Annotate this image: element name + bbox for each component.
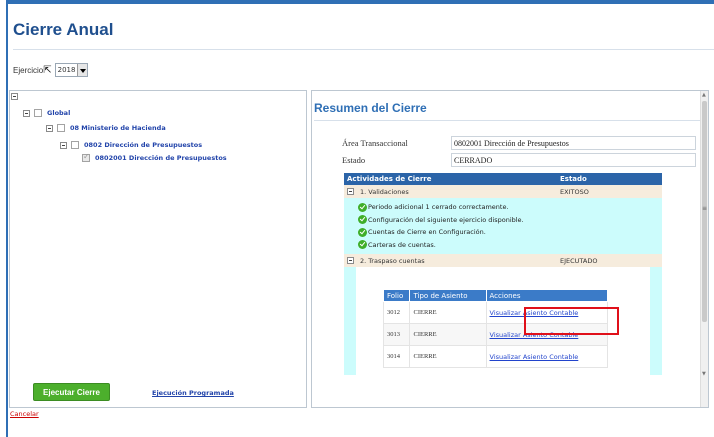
resumen-panel: Resumen del Cierre Área Transaccional 08… — [311, 90, 709, 408]
validation-message: Periodo adicional 1 cerrado correctament… — [358, 201, 662, 214]
tree-node-label: 08 Ministerio de Hacienda — [70, 124, 166, 132]
tree-node-checkbox[interactable] — [57, 124, 65, 132]
ejecucion-programada-link[interactable]: Ejecución Programada — [152, 389, 234, 397]
scroll-up-icon[interactable]: ▲ — [702, 92, 706, 98]
area-label: Área Transaccional — [342, 138, 408, 148]
ejercicio-label: Ejercicio — [13, 65, 44, 75]
collapse-icon[interactable] — [46, 124, 53, 132]
header-actividades: Actividades de Cierre — [347, 175, 432, 183]
collapse-icon[interactable] — [23, 109, 30, 117]
tree-node-checkbox[interactable] — [71, 141, 79, 149]
ejercicio-select[interactable]: 2018 — [54, 63, 89, 77]
check-circle-icon — [358, 202, 367, 212]
header-acciones: Acciones — [485, 289, 609, 302]
validation-message-text: Carteras de cuentas. — [368, 240, 436, 249]
tree-node-direccion-0802001[interactable]: 0802001 Dirección de Presupuestos — [78, 152, 227, 162]
tree-node-direccion-0802[interactable]: 0802 Dirección de Presupuestos — [60, 141, 202, 149]
title-divider — [13, 49, 714, 50]
actividad-group-traspaso[interactable]: 2. Traspaso cuentas EJECUTADO — [344, 254, 662, 267]
tipo-cell: CIERRE — [409, 301, 487, 324]
collapse-icon[interactable] — [347, 188, 354, 195]
scrollbar-grip-icon: ≡ — [702, 205, 708, 212]
page-title: Cierre Anual — [13, 20, 114, 39]
tipo-cell: CIERRE — [409, 345, 487, 368]
tree-node-label: 0802 Dirección de Presupuestos — [84, 141, 203, 149]
scroll-down-icon[interactable]: ▼ — [702, 371, 706, 377]
validaciones-detail: Periodo adicional 1 cerrado correctament… — [344, 198, 662, 254]
tree-node-checkbox-checked[interactable] — [82, 152, 90, 162]
tipo-cell: CIERRE — [409, 323, 487, 346]
acciones-cell: Visualizar Asiento Contable — [485, 345, 609, 368]
area-value: 0802001 Dirección de Presupuestos — [451, 136, 696, 150]
mouse-cursor-icon: ⇱ — [43, 64, 52, 76]
tree-node-global[interactable]: Global — [23, 109, 70, 117]
estado-value: CERRADO — [451, 153, 696, 167]
header-folio: Folio — [382, 289, 411, 302]
visualizar-asiento-link[interactable]: Visualizar Asiento Contable — [490, 353, 607, 361]
validation-message: Configuración del siguiente ejercicio di… — [358, 214, 662, 227]
actividad-label: 2. Traspaso cuentas — [360, 256, 425, 265]
folio-cell: 3014 — [382, 345, 411, 368]
asientos-header-row: Folio Tipo de Asiento Acciones — [382, 289, 609, 302]
check-circle-icon — [358, 215, 367, 225]
actividades-table: Actividades de Cierre Estado 1. Validaci… — [344, 173, 662, 375]
estado-label: Estado — [342, 155, 366, 165]
tree-node-ministerio[interactable]: 08 Ministerio de Hacienda — [46, 124, 166, 132]
resumen-title: Resumen del Cierre — [314, 101, 427, 115]
validation-message-text: Periodo adicional 1 cerrado correctament… — [368, 203, 509, 212]
ejercicio-selector-row: Ejercicio ⇱ 2018 — [13, 63, 89, 77]
highlight-box — [524, 307, 619, 335]
folio-cell: 3012 — [382, 301, 411, 324]
chevron-down-icon[interactable] — [77, 64, 88, 76]
table-row: 3014 CIERRE Visualizar Asiento Contable — [382, 345, 609, 368]
folio-cell: 3013 — [382, 323, 411, 346]
cancelar-link[interactable]: Cancelar — [10, 410, 39, 418]
tree-collapse-all-icon[interactable] — [11, 93, 18, 100]
header-tipo: Tipo de Asiento — [409, 289, 487, 302]
collapse-icon[interactable] — [60, 141, 67, 149]
validation-message: Carteras de cuentas. — [358, 239, 662, 252]
collapse-icon[interactable] — [347, 257, 354, 264]
tree-node-label: 0802001 Dirección de Presupuestos — [95, 154, 227, 162]
check-circle-icon — [358, 227, 367, 237]
tree-node-checkbox[interactable] — [34, 109, 42, 117]
actividad-estado: EXITOSO — [560, 187, 589, 196]
actividades-header: Actividades de Cierre Estado — [344, 173, 662, 185]
ejecutar-cierre-button[interactable]: Ejecutar Cierre — [33, 383, 110, 401]
validation-message-text: Cuentas de Cierre en Configuración. — [368, 228, 486, 237]
window-left-border — [6, 0, 8, 437]
validation-message-text: Configuración del siguiente ejercicio di… — [368, 215, 524, 224]
window-top-border — [6, 0, 714, 4]
resumen-divider — [314, 120, 700, 121]
check-circle-icon — [358, 240, 367, 250]
ejercicio-select-value: 2018 — [57, 66, 76, 74]
actividad-label: 1. Validaciones — [360, 187, 409, 196]
actividad-estado: EJECUTADO — [560, 256, 598, 265]
tree-panel: Global 08 Ministerio de Hacienda 0802 Di… — [9, 90, 307, 408]
tree-node-label: Global — [47, 109, 71, 117]
actividad-group-validaciones[interactable]: 1. Validaciones EXITOSO — [344, 185, 662, 198]
vertical-scrollbar[interactable]: ▲ ≡ ▼ — [700, 91, 708, 407]
validation-message: Cuentas de Cierre en Configuración. — [358, 226, 662, 239]
header-estado: Estado — [560, 175, 587, 183]
